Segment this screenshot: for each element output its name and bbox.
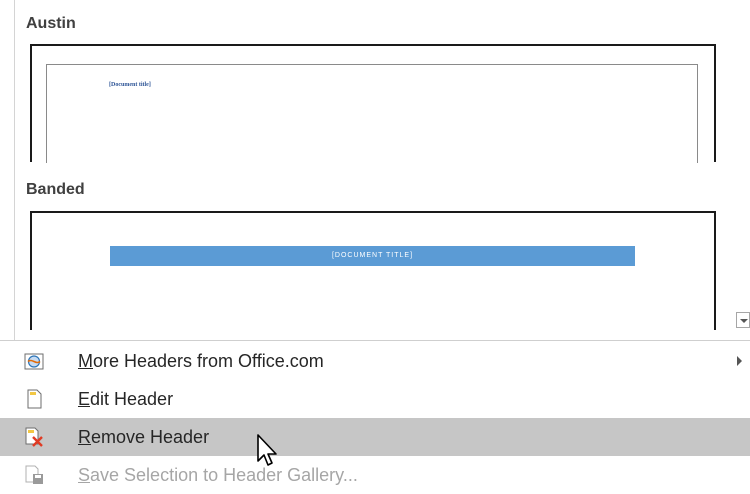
mouse-pointer-icon [256,433,282,469]
remove-header-icon [24,427,44,447]
edit-header-page-icon [24,389,44,409]
more-headers-menu-item[interactable]: More Headers from Office.com [0,342,750,380]
section-title-austin: Austin [26,15,76,32]
scroll-down-button[interactable] [736,312,750,328]
header-gallery: Austin [Document title] Banded [DOCUMENT… [0,0,750,340]
edit-header-label: Edit Header [78,389,174,409]
more-headers-label: More Headers from Office.com [78,351,324,371]
save-selection-icon [24,465,44,485]
austin-inner-frame: [Document title] [46,64,698,163]
austin-document-title: [Document title] [109,82,151,88]
gallery-left-rule [14,0,15,340]
section-title-banded: Banded [26,181,85,198]
menu-separator [0,340,750,341]
save-selection-label: Save Selection to Header Gallery... [78,465,358,485]
header-menu: More Headers from Office.com Edit Header… [0,340,750,493]
austin-header-thumbnail[interactable]: [Document title] [30,44,716,163]
banded-header-thumbnail[interactable]: [DOCUMENT TITLE] [30,211,716,330]
edit-header-menu-item[interactable]: Edit Header [0,380,750,418]
remove-header-menu-item[interactable]: Remove Header [0,418,750,456]
banded-title-bar: [DOCUMENT TITLE] [110,246,635,266]
globe-office-icon [24,351,44,371]
submenu-arrow-icon [737,356,742,366]
gallery-scrollbar[interactable] [738,0,750,340]
save-selection-menu-item: Save Selection to Header Gallery... [0,456,750,494]
remove-header-label: Remove Header [78,427,210,447]
